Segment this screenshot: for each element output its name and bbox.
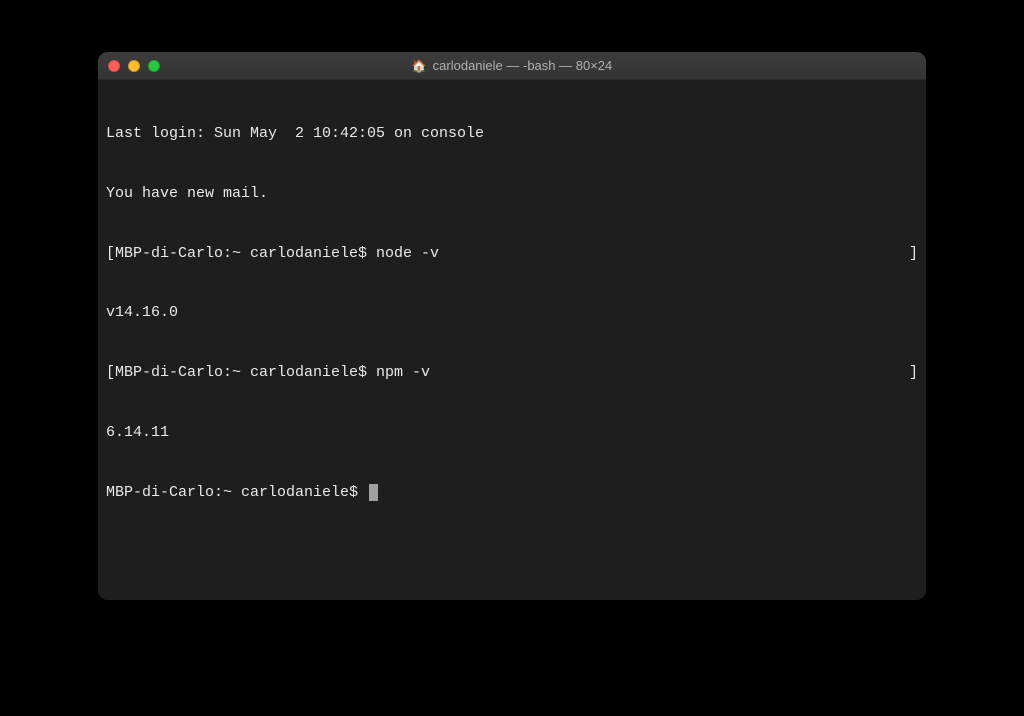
prompt-3: MBP-di-Carlo:~ carlodaniele$	[106, 484, 367, 501]
current-prompt-line: MBP-di-Carlo:~ carlodaniele$	[106, 483, 918, 503]
close-button[interactable]	[108, 60, 120, 72]
bracket-right-1: ]	[909, 244, 918, 264]
window-title: 🏠 carlodaniele — -bash — 80×24	[98, 58, 926, 73]
output-1: v14.16.0	[106, 303, 918, 323]
command-2: npm -v	[376, 364, 430, 381]
terminal-window: 🏠 carlodaniele — -bash — 80×24 Last logi…	[98, 52, 926, 600]
login-message: Last login: Sun May 2 10:42:05 on consol…	[106, 124, 918, 144]
prompt-1: [MBP-di-Carlo:~ carlodaniele$	[106, 245, 376, 262]
cursor[interactable]	[369, 484, 378, 501]
titlebar: 🏠 carlodaniele — -bash — 80×24	[98, 52, 926, 80]
command-1: node -v	[376, 245, 439, 262]
prompt-2: [MBP-di-Carlo:~ carlodaniele$	[106, 364, 376, 381]
command-line-2: [MBP-di-Carlo:~ carlodaniele$ npm -v ]	[106, 363, 918, 383]
terminal-body[interactable]: Last login: Sun May 2 10:42:05 on consol…	[98, 80, 926, 600]
minimize-button[interactable]	[128, 60, 140, 72]
window-controls	[108, 60, 160, 72]
command-line-1: [MBP-di-Carlo:~ carlodaniele$ node -v ]	[106, 244, 918, 264]
zoom-button[interactable]	[148, 60, 160, 72]
window-title-text: carlodaniele — -bash — 80×24	[433, 58, 613, 73]
home-icon: 🏠	[412, 59, 427, 73]
mail-message: You have new mail.	[106, 184, 918, 204]
bracket-right-2: ]	[909, 363, 918, 383]
output-2: 6.14.11	[106, 423, 918, 443]
